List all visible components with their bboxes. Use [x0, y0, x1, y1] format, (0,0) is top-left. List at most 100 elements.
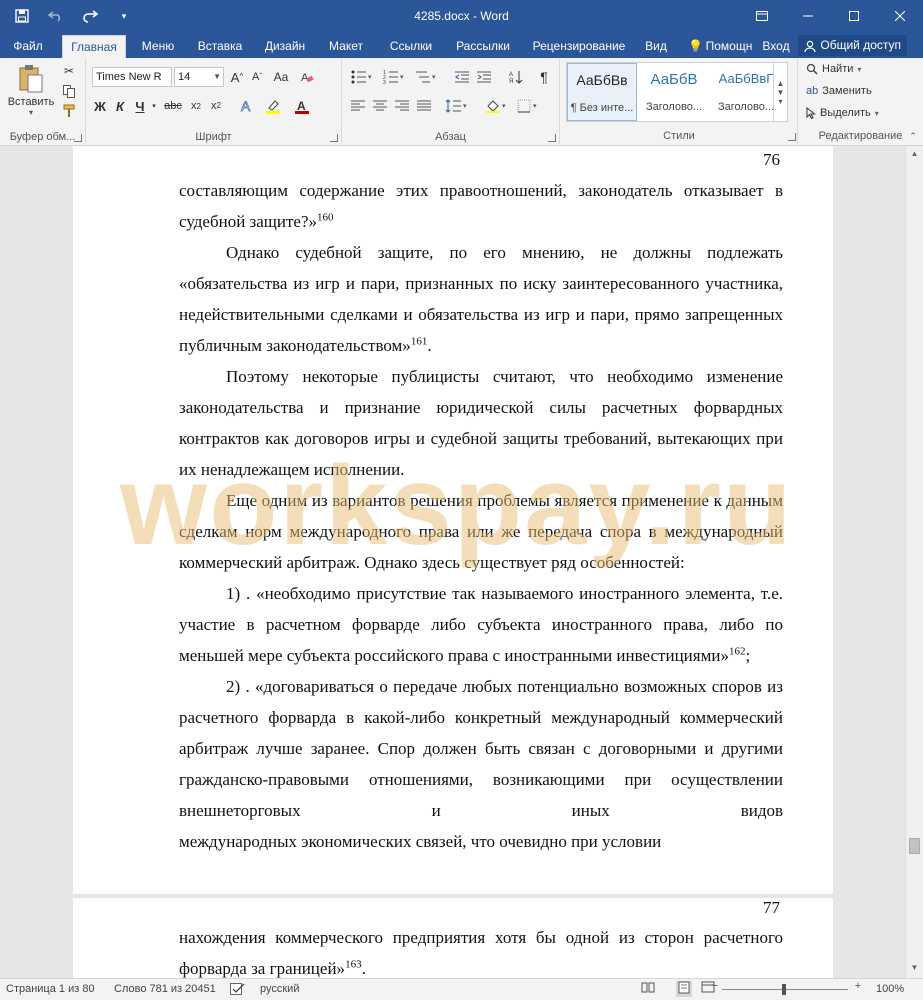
share-button[interactable]: Общий доступ — [798, 35, 907, 56]
search-icon — [806, 63, 818, 75]
svg-text:▾: ▾ — [368, 74, 372, 81]
highlight-color-icon[interactable] — [262, 96, 284, 116]
grow-font-icon[interactable]: A ^ — [228, 67, 246, 87]
underline-icon[interactable]: Ч — [132, 96, 148, 116]
svg-text:A: A — [241, 98, 251, 114]
chevron-up-icon[interactable]: ▲ — [777, 79, 785, 88]
align-center-icon[interactable] — [370, 96, 390, 116]
align-right-icon[interactable] — [392, 96, 412, 116]
window-controls — [739, 0, 923, 32]
format-painter-icon[interactable] — [60, 102, 78, 120]
bold-icon[interactable]: Ж — [92, 96, 108, 116]
paragraph: Однако судебной защите, по его мнению, н… — [179, 243, 783, 355]
show-formatting-icon[interactable]: ¶ — [534, 67, 554, 87]
clipboard-launcher-icon[interactable] — [74, 134, 82, 142]
paste-button[interactable]: Вставить ▾ — [8, 62, 54, 118]
close-icon[interactable] — [877, 0, 923, 32]
font-size-select[interactable]: 14 ▼ — [174, 67, 224, 87]
minimize-icon[interactable] — [785, 0, 831, 32]
language[interactable]: русский — [260, 983, 299, 995]
styles-scroll-controls[interactable]: ▲ ▼ ▾ — [773, 63, 787, 121]
ribbon-display-options-icon[interactable] — [739, 0, 785, 32]
decrease-indent-icon[interactable] — [452, 67, 472, 87]
zoom-slider-thumb[interactable] — [782, 984, 786, 995]
superscript-icon[interactable]: x2 — [208, 96, 224, 116]
title-bar: ▾ 4285.docx - Word — [0, 0, 923, 32]
text-effects-icon[interactable]: A — [236, 96, 258, 116]
style-heading-1[interactable]: АаБбВ Заголово... — [639, 63, 709, 121]
line-spacing-icon[interactable]: ▾ — [442, 96, 470, 116]
paragraph-launcher-icon[interactable] — [548, 134, 556, 142]
tab-insert[interactable]: Вставка — [192, 35, 248, 58]
read-mode-icon[interactable] — [640, 981, 656, 997]
document-area[interactable]: 76 составляющим содержание этих правоотн… — [0, 146, 905, 978]
proofing-icon[interactable] — [230, 983, 246, 999]
chevron-down-icon: ▼ — [213, 72, 221, 81]
footnote-ref: 162 — [728, 645, 746, 658]
paragraph: Еще одним из вариантов решения проблемы … — [179, 491, 783, 572]
tab-home[interactable]: Главная — [62, 35, 126, 58]
share-label: Общий доступ — [820, 38, 901, 52]
tab-review[interactable]: Рецензирование — [528, 35, 630, 58]
style-heading-2[interactable]: АаБбВвГ Заголово... — [711, 63, 781, 121]
zoom-in-icon[interactable]: + — [852, 980, 864, 996]
select-button[interactable]: Выделить ▾ — [806, 107, 879, 119]
list-item: 2) . «договариваться о передаче любых по… — [179, 677, 783, 820]
footnote-ref: 160 — [317, 211, 334, 224]
scroll-thumb[interactable] — [909, 838, 920, 854]
tab-references[interactable]: Ссылки — [380, 35, 442, 58]
subscript-icon[interactable]: x2 — [188, 96, 204, 116]
tab-file[interactable]: Файл — [6, 35, 50, 58]
numbering-icon[interactable]: 1 2 3 ▾ — [380, 67, 408, 87]
paragraph-continuation: международных экономических связей, что … — [179, 832, 662, 851]
font-color-icon[interactable]: A — [290, 96, 314, 116]
tab-mailings[interactable]: Рассылки — [450, 35, 516, 58]
print-layout-icon[interactable] — [676, 981, 692, 997]
increase-indent-icon[interactable] — [474, 67, 494, 87]
editing-group-label: Редактирование — [818, 130, 903, 142]
tab-menu[interactable]: Меню — [134, 35, 182, 58]
chevron-down-icon[interactable]: ▼ — [777, 88, 785, 97]
tab-design[interactable]: Дизайн — [258, 35, 312, 58]
strikethrough-icon[interactable]: abc — [160, 96, 186, 116]
tab-layout[interactable]: Макет — [322, 35, 370, 58]
zoom-level[interactable]: 100% — [876, 983, 904, 995]
shading-icon[interactable]: ▾ — [482, 96, 510, 116]
style-normal-name: ¶ Без инте... — [570, 102, 634, 114]
svg-text:▾: ▾ — [400, 74, 404, 81]
justify-icon[interactable] — [414, 96, 434, 116]
select-cursor-icon — [806, 107, 816, 119]
copy-icon[interactable] — [60, 82, 78, 100]
style-normal[interactable]: АаБбВв ¶ Без инте... — [567, 63, 637, 121]
word-count[interactable]: Слово 781 из 20451 — [114, 983, 216, 995]
page-count[interactable]: Страница 1 из 80 — [6, 983, 95, 995]
italic-icon[interactable]: К — [112, 96, 128, 116]
font-name-select[interactable]: Times New R — [92, 67, 172, 87]
sort-icon[interactable]: АЯ — [506, 67, 526, 87]
shrink-font-icon[interactable]: Aˇ — [248, 67, 266, 87]
collapse-ribbon-icon[interactable]: ⌃ — [907, 130, 919, 142]
align-left-icon[interactable] — [348, 96, 368, 116]
paragraph-group-label: Абзац — [435, 131, 466, 143]
vertical-scrollbar[interactable]: ▲ ▼ — [905, 146, 923, 978]
styles-launcher-icon[interactable] — [788, 133, 796, 141]
scroll-up-icon[interactable]: ▲ — [909, 149, 920, 161]
sign-in-link[interactable]: Вход — [758, 35, 794, 58]
replace-button[interactable]: ab Заменить — [806, 85, 872, 97]
tab-view[interactable]: Вид — [638, 35, 674, 58]
zoom-out-icon[interactable]: − — [710, 980, 720, 996]
more-styles-icon[interactable]: ▾ — [778, 97, 782, 106]
maximize-icon[interactable] — [831, 0, 877, 32]
paragraph-group: ▾ 1 2 3 ▾ ▾ АЯ ¶ ▾ ▾ ▾ Абзац — [342, 58, 560, 146]
underline-dropdown-icon[interactable]: ▾ — [150, 96, 158, 116]
bullets-icon[interactable]: ▾ — [348, 67, 376, 87]
clear-formatting-icon[interactable]: A — [298, 67, 316, 87]
find-button[interactable]: Найти ▾ — [806, 63, 861, 75]
tab-tell-me[interactable]: 💡 Помощн — [684, 35, 756, 58]
change-case-icon[interactable]: Aa — [272, 67, 290, 87]
multilevel-list-icon[interactable]: ▾ — [412, 67, 440, 87]
cut-icon[interactable]: ✂ — [60, 62, 78, 80]
borders-icon[interactable]: ▾ — [514, 96, 542, 116]
scroll-down-icon[interactable]: ▼ — [909, 963, 920, 975]
font-launcher-icon[interactable] — [330, 134, 338, 142]
